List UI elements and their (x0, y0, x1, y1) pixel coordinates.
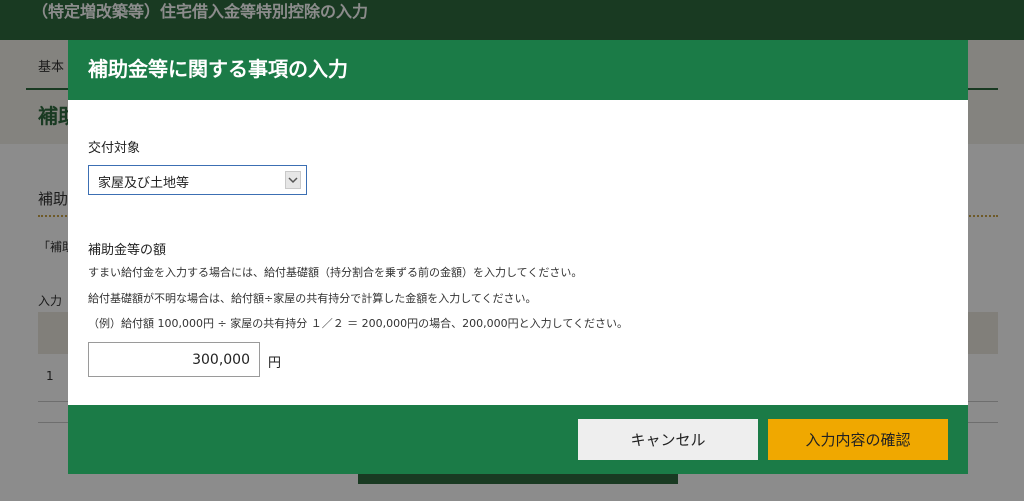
subsidy-description-example: （例）給付額 100,000円 ÷ 家屋の共有持分 １／２ ＝ 200,000円… (88, 317, 628, 330)
grant-target-label: 交付対象 (88, 141, 141, 156)
dialog-title: 補助金等に関する事項の入力 (88, 57, 348, 81)
subsidy-amount-label: 補助金等の額 (88, 243, 167, 258)
subsidy-description-1: すまい給付金を入力する場合には、給付基礎額（持分割合を乗ずる前の金額）を入力して… (88, 266, 583, 279)
amount-unit-label: 円 (268, 356, 282, 371)
chevron-down-icon[interactable] (285, 171, 301, 189)
subsidy-description-2: 給付基礎額が不明な場合は、給付額÷家屋の共有持分で計算した金額を入力してください… (88, 292, 537, 305)
dialog-header: 補助金等に関する事項の入力 (68, 40, 968, 100)
grant-target-select[interactable]: 家屋及び土地等 (88, 165, 307, 195)
dialog-footer: キャンセル 入力内容の確認 (68, 405, 968, 474)
subsidy-amount-input[interactable] (88, 342, 260, 377)
subsidy-input-dialog: 補助金等に関する事項の入力 交付対象 家屋及び土地等 補助金等の額 すまい給付金… (68, 40, 968, 474)
confirm-input-button[interactable]: 入力内容の確認 (768, 419, 948, 460)
cancel-button[interactable]: キャンセル (578, 419, 758, 460)
grant-target-value: 家屋及び土地等 (98, 176, 190, 191)
